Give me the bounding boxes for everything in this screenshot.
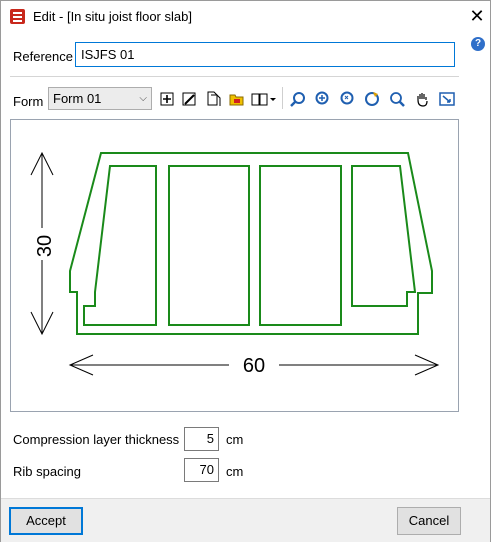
compression-layer-unit: cm <box>226 432 244 447</box>
reference-label: Reference <box>13 49 73 64</box>
copy-icon[interactable] <box>205 91 221 107</box>
rib-spacing-label: Rib spacing <box>13 464 81 479</box>
window-title: Edit - [In situ joist floor slab] <box>33 9 192 24</box>
edit-dialog: Edit - [In situ joist floor slab] ✕ ? Re… <box>0 0 491 542</box>
app-icon <box>10 9 25 24</box>
close-icon[interactable]: ✕ <box>466 4 488 28</box>
toolbar-separator <box>282 87 283 109</box>
slab-drawing: 30 60 <box>30 151 440 377</box>
rib-spacing-unit: cm <box>226 464 244 479</box>
form-select-value: Form 01 <box>53 91 102 106</box>
rib-spacing-input[interactable]: 70 <box>184 458 219 482</box>
slab-section <box>69 152 433 335</box>
compression-layer-label: Compression layer thickness <box>13 432 180 447</box>
button-bar: Accept Cancel <box>1 498 490 542</box>
divider <box>10 76 459 77</box>
zoom-previous-icon[interactable] <box>290 91 306 107</box>
pan-hand-icon[interactable] <box>414 91 430 107</box>
compression-layer-input[interactable]: 5 <box>184 427 219 451</box>
zoom-x2-icon[interactable] <box>339 91 355 107</box>
chevron-down-icon: ⌵ <box>139 93 147 104</box>
width-dimension: 60 <box>243 355 265 377</box>
cancel-button[interactable]: Cancel <box>397 507 461 535</box>
reference-input[interactable]: ISJFS 01 <box>75 42 455 67</box>
form-label: Form <box>13 94 44 109</box>
refresh-icon[interactable] <box>364 91 380 107</box>
drawing-canvas[interactable]: 30 60 <box>10 119 459 412</box>
add-icon[interactable] <box>159 91 175 107</box>
open-folder-icon[interactable] <box>229 91 245 107</box>
edit-icon[interactable] <box>181 91 197 107</box>
form-select[interactable]: Form 01 ⌵ <box>48 87 152 110</box>
zoom-extents-icon[interactable] <box>439 91 455 107</box>
help-icon[interactable]: ? <box>471 37 485 51</box>
height-dimension: 30 <box>34 235 56 257</box>
title-bar: Edit - [In situ joist floor slab] ✕ <box>1 1 490 32</box>
zoom-window-icon[interactable] <box>314 91 330 107</box>
accept-button[interactable]: Accept <box>9 507 83 535</box>
zoom-icon[interactable] <box>389 91 405 107</box>
library-icon[interactable] <box>251 91 277 107</box>
